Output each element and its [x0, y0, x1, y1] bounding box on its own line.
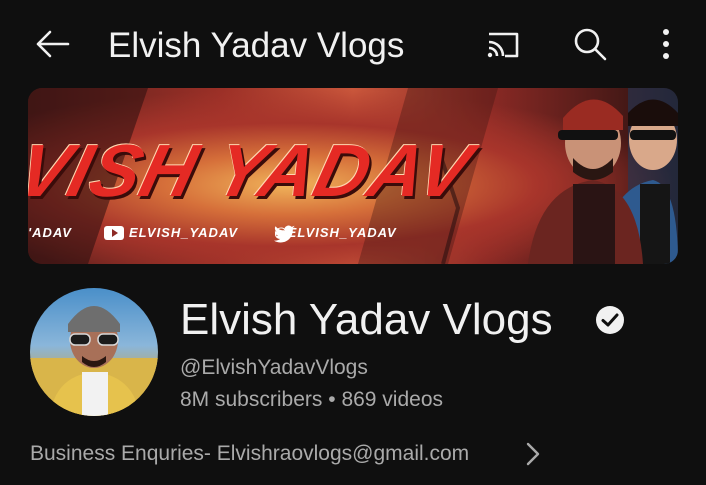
more-vertical-icon	[663, 29, 669, 59]
youtube-icon	[104, 225, 124, 240]
banner-brand-text: VISH YADAV	[28, 129, 481, 212]
channel-description-link[interactable]: Business Enquries- Elvishraovlogs@gmail.…	[30, 438, 570, 470]
avatar-photo	[30, 306, 158, 416]
banner-handle-instagram: 'ADAV	[28, 225, 72, 240]
channel-name: Elvish Yadav Vlogs	[180, 295, 553, 344]
verified-badge	[594, 304, 626, 336]
top-app-bar: Elvish Yadav Vlogs	[0, 0, 706, 88]
banner-handle-twitter: @ELVISH_YADAV	[274, 225, 397, 243]
twitter-bird-icon	[274, 225, 295, 243]
more-options-button[interactable]	[648, 22, 684, 66]
back-button[interactable]	[30, 22, 74, 66]
search-button[interactable]	[568, 22, 612, 66]
channel-handle: @ElvishYadavVlogs	[180, 356, 368, 379]
chevron-right-icon	[526, 442, 540, 466]
stats-separator: •	[328, 388, 336, 411]
verified-check-icon	[596, 306, 624, 334]
cast-icon	[487, 32, 519, 58]
video-count: 869 videos	[341, 388, 444, 411]
channel-description: Business Enquries- Elvishraovlogs@gmail.…	[30, 442, 470, 465]
banner-handle-youtube-text: ELVISH_YADAV	[129, 225, 239, 240]
channel-banner: VISH YADAV 'ADAV ELVISH_YADAV @ELVISH_YA…	[28, 88, 678, 264]
page-title: Elvish Yadav Vlogs	[108, 26, 405, 65]
subscriber-count: 8M subscribers	[180, 388, 323, 411]
channel-avatar[interactable]	[30, 288, 158, 416]
cast-button[interactable]	[480, 24, 526, 66]
banner-handle-youtube: ELVISH_YADAV	[104, 225, 238, 240]
arrow-left-icon	[36, 30, 70, 58]
channel-stats: 8M subscribers • 869 videos	[180, 385, 443, 415]
banner-social-handles: 'ADAV ELVISH_YADAV @ELVISH_YADAV	[28, 225, 468, 247]
search-icon	[574, 28, 607, 61]
